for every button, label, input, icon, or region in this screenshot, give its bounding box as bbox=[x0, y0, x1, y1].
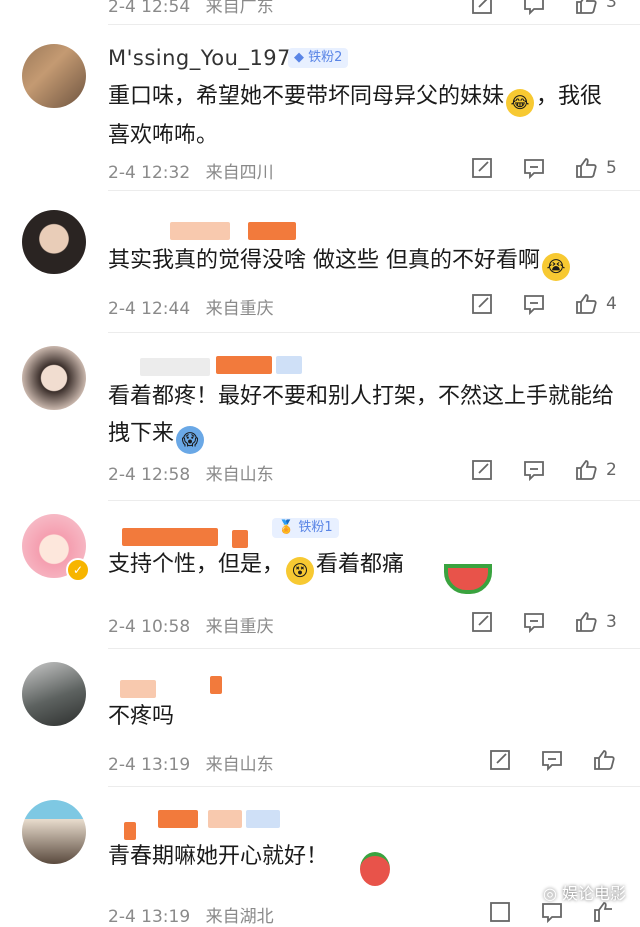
comment-meta: 2-4 12:44 来自重庆 bbox=[108, 294, 284, 319]
username-redacted bbox=[210, 676, 222, 694]
comment-text: 重口味，希望她不要带坏同母异父的妹妹 😂 ，我很喜欢咘咘。 bbox=[108, 78, 618, 154]
comment-item: 不疼吗 2-4 13:19 来自山东 bbox=[0, 660, 640, 790]
share-icon[interactable] bbox=[470, 610, 494, 634]
comment-icon[interactable] bbox=[522, 292, 546, 316]
avatar[interactable] bbox=[22, 800, 86, 864]
divider bbox=[108, 500, 640, 501]
like-count: 2 bbox=[606, 460, 617, 480]
dizzy-face-emoji: 😵 bbox=[286, 557, 315, 585]
username-redacted bbox=[140, 358, 210, 376]
comment-time: 2-4 12:44 bbox=[108, 299, 191, 319]
comment-location: 来自广东 bbox=[205, 0, 274, 17]
comment-text: 看着都疼！最好不要和别人打架，不然这上手就能给拽下来 😱 bbox=[108, 378, 618, 454]
comment-meta: 2-4 10:58 来自重庆 bbox=[108, 612, 284, 637]
username-redacted bbox=[246, 810, 280, 828]
like-count: 3 bbox=[606, 0, 617, 12]
share-icon[interactable] bbox=[488, 900, 512, 924]
comment-time: 2-4 12:54 bbox=[108, 0, 191, 17]
divider bbox=[108, 190, 640, 191]
divider bbox=[108, 24, 640, 25]
laughing-crying-emoji: 😂 bbox=[506, 89, 535, 117]
comment-time: 2-4 13:19 bbox=[108, 755, 191, 775]
comment-text-part: 青春期嘛她开心就好！ bbox=[108, 844, 329, 869]
watermelon-sticker-icon bbox=[444, 564, 492, 594]
comment-time: 2-4 12:58 bbox=[108, 465, 191, 485]
comment-location: 来自山东 bbox=[205, 755, 274, 775]
username-redacted bbox=[216, 356, 272, 374]
verified-icon: ✓ bbox=[66, 558, 90, 582]
divider bbox=[108, 786, 640, 787]
comment-text-part: 支持个性，但是， bbox=[108, 552, 285, 577]
username-redacted bbox=[170, 222, 230, 240]
username-redacted bbox=[120, 680, 156, 698]
username-redacted bbox=[208, 810, 242, 828]
username-redacted bbox=[276, 356, 302, 374]
comment-username[interactable]: M'ssing_You_1971 bbox=[108, 46, 305, 70]
comment-meta: 2-4 13:19 来自山东 bbox=[108, 750, 284, 775]
comment-location: 来自四川 bbox=[205, 163, 274, 183]
avatar[interactable] bbox=[22, 662, 86, 726]
comment-location: 来自山东 bbox=[205, 465, 274, 485]
comment-item: 其实我真的觉得没啥 做这些 但真的不好看啊 😭 2-4 12:44 来自重庆 4 bbox=[0, 206, 640, 334]
comment-meta: 2-4 12:54 来自广东 bbox=[108, 0, 284, 17]
divider bbox=[108, 332, 640, 333]
divider bbox=[108, 648, 640, 649]
share-icon[interactable] bbox=[470, 292, 494, 316]
username-redacted bbox=[248, 222, 296, 240]
comment-time: 2-4 13:19 bbox=[108, 907, 191, 927]
crying-emoji: 😭 bbox=[542, 253, 570, 281]
comment-time: 2-4 10:58 bbox=[108, 617, 191, 637]
share-icon[interactable] bbox=[470, 0, 494, 16]
comment-icon[interactable] bbox=[522, 156, 546, 180]
comment-meta: 2-4 12:58 来自山东 bbox=[108, 460, 284, 485]
avatar[interactable] bbox=[22, 44, 86, 108]
like-icon[interactable] bbox=[574, 0, 598, 16]
like-count: 4 bbox=[606, 294, 617, 314]
share-icon[interactable] bbox=[470, 458, 494, 482]
comment-text-part: 不疼吗 bbox=[108, 704, 175, 729]
comment-item: 看着都疼！最好不要和别人打架，不然这上手就能给拽下来 😱 2-4 12:58 来自… bbox=[0, 344, 640, 508]
comment-icon[interactable] bbox=[522, 458, 546, 482]
username-redacted bbox=[158, 810, 198, 828]
username-redacted bbox=[122, 528, 218, 546]
like-icon[interactable] bbox=[574, 156, 598, 180]
comment-item: ✓ 🏅 铁粉1 支持个性，但是， 😵 看着都痛 2-4 10:58 来自重庆 3 bbox=[0, 512, 640, 658]
avatar[interactable] bbox=[22, 210, 86, 274]
comment-text-part: 看着都痛 bbox=[316, 552, 405, 577]
like-icon[interactable] bbox=[574, 458, 598, 482]
comment-meta: 2-4 12:32 来自四川 bbox=[108, 158, 284, 183]
avatar[interactable] bbox=[22, 346, 86, 410]
like-count: 3 bbox=[606, 612, 617, 632]
comment-meta: 2-4 13:19 来自湖北 bbox=[108, 902, 284, 927]
comment-icon[interactable] bbox=[540, 748, 564, 772]
share-icon[interactable] bbox=[470, 156, 494, 180]
comment-time: 2-4 12:32 bbox=[108, 163, 191, 183]
like-icon[interactable] bbox=[574, 292, 598, 316]
watermark: ◎ 娱论电影 bbox=[542, 884, 626, 903]
comment-location: 来自湖北 bbox=[205, 907, 274, 927]
comment-icon[interactable] bbox=[522, 610, 546, 634]
comment-icon[interactable] bbox=[522, 0, 546, 16]
tomato-sticker-icon bbox=[360, 852, 390, 886]
like-icon[interactable] bbox=[574, 610, 598, 634]
like-count: 5 bbox=[606, 158, 617, 178]
screaming-emoji: 😱 bbox=[176, 426, 205, 454]
share-icon[interactable] bbox=[488, 748, 512, 772]
comment-text-part: 其实我真的觉得没啥 做这些 但真的不好看啊 bbox=[108, 248, 540, 273]
fan-badge: 🏅 铁粉1 bbox=[272, 518, 339, 538]
comment-text: 支持个性，但是， 😵 看着都痛 bbox=[108, 546, 618, 585]
fan-badge: ◆ 铁粉2 bbox=[288, 48, 349, 68]
comment-text-part: 重口味，希望她不要带坏同母异父的妹妹 bbox=[108, 84, 505, 109]
comment-text: 不疼吗 bbox=[108, 698, 618, 735]
comment-location: 来自重庆 bbox=[205, 617, 274, 637]
fan-badge-label: 铁粉1 bbox=[298, 520, 333, 535]
comment-location: 来自重庆 bbox=[205, 299, 274, 319]
watermark-text: 娱论电影 bbox=[561, 884, 626, 903]
fan-badge-label: 铁粉2 bbox=[308, 50, 343, 65]
comment-item: M'ssing_You_1971 ◆ 铁粉2 重口味，希望她不要带坏同母异父的妹… bbox=[0, 40, 640, 190]
comment-item: 2-4 12:54 来自广东 3 bbox=[0, 0, 640, 30]
like-icon[interactable] bbox=[592, 748, 616, 772]
comment-text: 其实我真的觉得没啥 做这些 但真的不好看啊 😭 bbox=[108, 242, 618, 281]
